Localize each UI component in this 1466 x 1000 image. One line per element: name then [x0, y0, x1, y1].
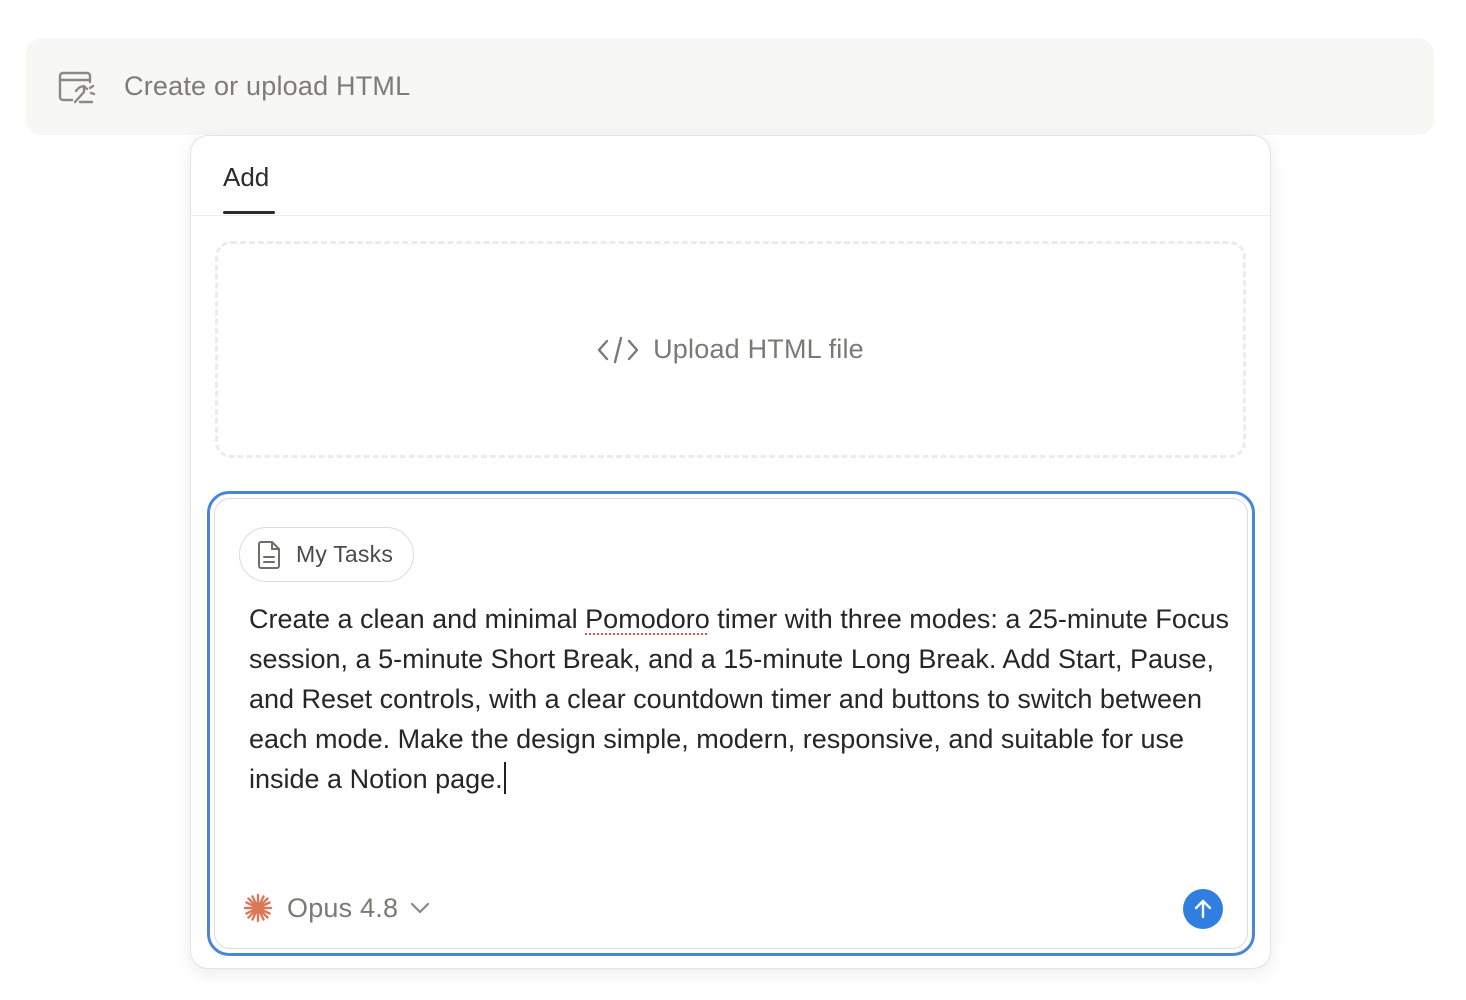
html-embed-icon — [56, 67, 96, 107]
active-tab-indicator — [223, 211, 275, 214]
create-or-upload-html-bar[interactable]: Create or upload HTML — [26, 38, 1434, 135]
prompt-textarea[interactable]: Create a clean and minimal Pomodoro time… — [249, 599, 1234, 799]
page-icon — [256, 540, 282, 570]
tab-add[interactable]: Add — [223, 162, 269, 193]
model-name-label: Opus 4.8 — [287, 892, 399, 923]
model-selector[interactable]: Opus 4.8 — [243, 886, 432, 930]
prompt-text-part-1: Create a clean and minimal — [249, 604, 586, 634]
create-or-upload-html-label: Create or upload HTML — [124, 71, 411, 101]
context-chip-label: My Tasks — [296, 541, 394, 567]
spellcheck-flagged-word: Pomodoro — [585, 604, 710, 634]
send-button[interactable] — [1183, 889, 1223, 929]
context-chip-my-tasks[interactable]: My Tasks — [239, 527, 415, 582]
prompt-composer-focus-ring: My Tasks Create a clean and minimal Pomo… — [207, 491, 1255, 956]
tab-bar: Add — [191, 136, 1270, 216]
text-caret — [503, 762, 506, 794]
chevron-down-icon — [408, 896, 432, 920]
code-icon — [597, 335, 639, 365]
upload-html-file-dropzone[interactable]: Upload HTML file — [215, 241, 1246, 458]
upload-html-file-label: Upload HTML file — [653, 334, 864, 364]
arrow-up-icon — [1194, 899, 1212, 919]
prompt-composer: My Tasks Create a clean and minimal Pomo… — [214, 498, 1248, 949]
sparkle-icon — [243, 893, 273, 923]
add-html-popover: Add Upload HTML file My Tasks Create a c… — [190, 135, 1271, 969]
